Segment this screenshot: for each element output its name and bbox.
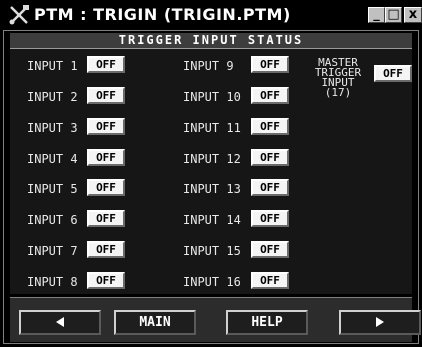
next-button[interactable] (339, 310, 421, 335)
maximize-button[interactable]: □ (385, 7, 402, 23)
input-label: INPUT 12 (183, 152, 241, 166)
input-13-button[interactable]: OFF (251, 179, 289, 196)
window-title: PTM : TRIGIN (TRIGIN.PTM) (34, 5, 291, 24)
input-4-button[interactable]: OFF (87, 149, 125, 166)
input-label: INPUT 10 (183, 90, 241, 104)
input-1-button[interactable]: OFF (87, 56, 125, 73)
input-15-button[interactable]: OFF (251, 241, 289, 258)
app-window: PTM : TRIGIN (TRIGIN.PTM) _ □ x TRIGGER … (0, 0, 422, 347)
previous-button[interactable] (19, 310, 101, 335)
close-button[interactable]: x (404, 7, 422, 23)
input-label: INPUT 4 (27, 152, 78, 166)
minimize-button[interactable]: _ (368, 7, 385, 23)
input-label: INPUT 16 (183, 275, 241, 289)
input-label: INPUT 11 (183, 121, 241, 135)
master-trigger-label: MASTER TRIGGER INPUT (17) (307, 57, 369, 99)
right-arrow-icon (376, 317, 384, 327)
input-9-button[interactable]: OFF (251, 56, 289, 73)
input-7-button[interactable]: OFF (87, 241, 125, 258)
input-16-button[interactable]: OFF (251, 272, 289, 289)
left-arrow-icon (56, 317, 64, 327)
input-8-button[interactable]: OFF (87, 272, 125, 289)
input-14-button[interactable]: OFF (251, 210, 289, 227)
help-button[interactable]: HELP (226, 310, 308, 335)
main-button[interactable]: MAIN (114, 310, 196, 335)
input-label: INPUT 1 (27, 59, 78, 73)
input-label: INPUT 13 (183, 182, 241, 196)
input-label: INPUT 5 (27, 182, 78, 196)
input-label: INPUT 9 (183, 59, 234, 73)
page-title: TRIGGER INPUT STATUS (10, 33, 412, 49)
input-label: INPUT 15 (183, 244, 241, 258)
input-11-button[interactable]: OFF (251, 118, 289, 135)
input-label: INPUT 8 (27, 275, 78, 289)
input-label: INPUT 2 (27, 90, 78, 104)
input-6-button[interactable]: OFF (87, 210, 125, 227)
input-2-button[interactable]: OFF (87, 87, 125, 104)
input-5-button[interactable]: OFF (87, 179, 125, 196)
title-bar[interactable]: PTM : TRIGIN (TRIGIN.PTM) _ □ x (0, 0, 422, 30)
master-trigger-button[interactable]: OFF (374, 65, 412, 82)
master-label-line: (17) (324, 86, 352, 99)
input-3-button[interactable]: OFF (87, 118, 125, 135)
input-label: INPUT 14 (183, 213, 241, 227)
tools-icon (9, 5, 29, 25)
input-label: INPUT 7 (27, 244, 78, 258)
input-12-button[interactable]: OFF (251, 149, 289, 166)
input-10-button[interactable]: OFF (251, 87, 289, 104)
input-label: INPUT 3 (27, 121, 78, 135)
input-label: INPUT 6 (27, 213, 78, 227)
